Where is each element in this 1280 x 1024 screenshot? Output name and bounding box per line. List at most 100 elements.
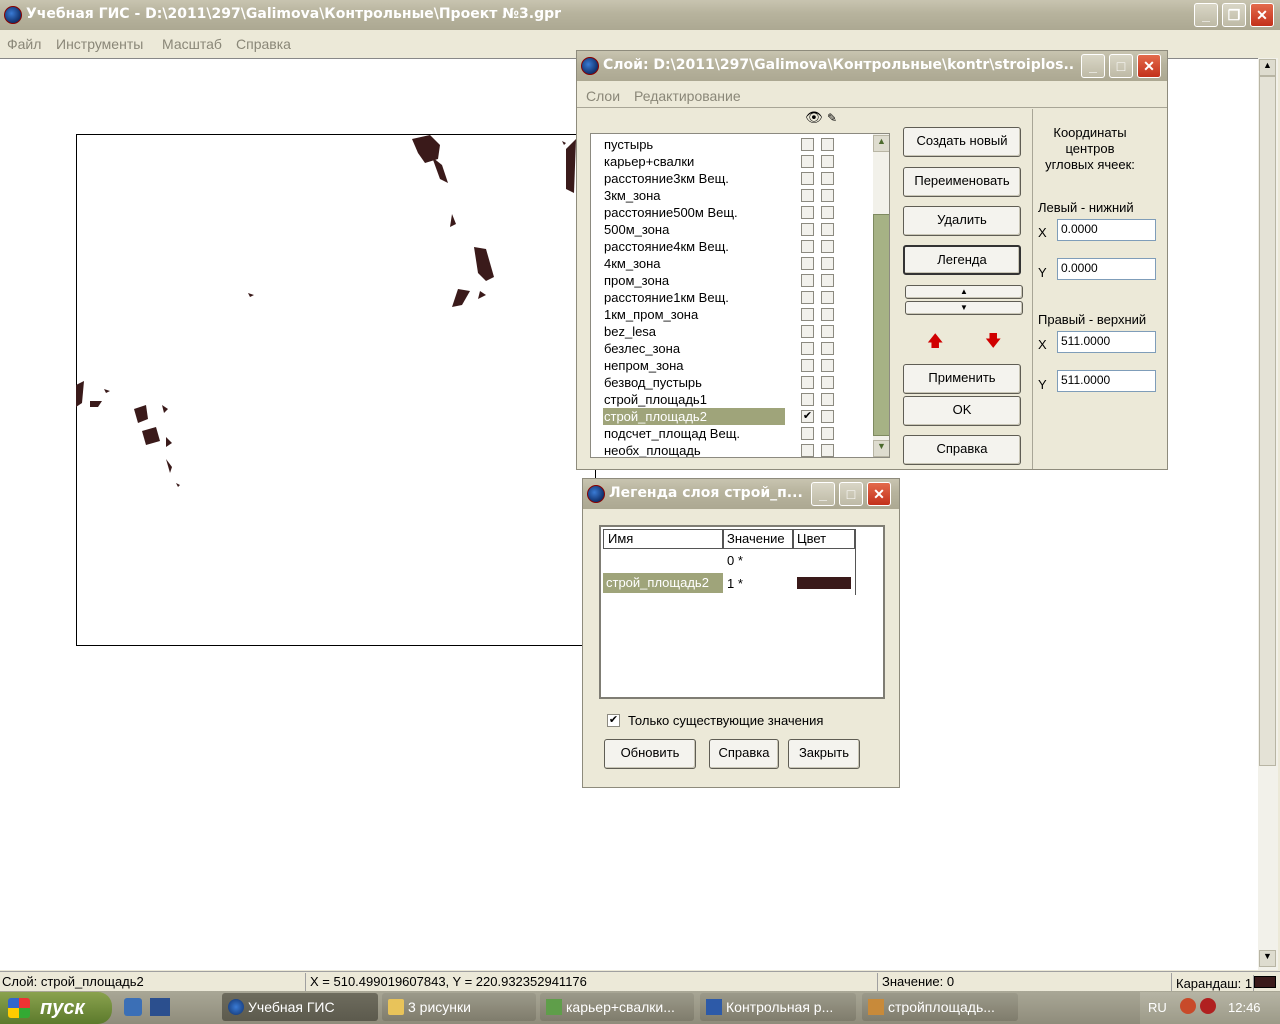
layer-visible-checkbox[interactable] <box>801 155 814 168</box>
layer-edit-checkbox[interactable] <box>821 189 834 202</box>
layer-edit-checkbox[interactable] <box>821 223 834 236</box>
layer-edit-checkbox[interactable] <box>821 138 834 151</box>
layer-edit-checkbox[interactable] <box>821 444 834 457</box>
create-new-layer-button[interactable]: Создать новый <box>903 127 1021 157</box>
layer-scroll-thumb[interactable] <box>873 214 889 436</box>
layer-row[interactable]: необх_площадь <box>603 442 785 457</box>
layer-edit-checkbox[interactable] <box>821 342 834 355</box>
layer-menu-edit[interactable]: Редактирование <box>634 88 741 104</box>
layer-dialog-minimize-button[interactable]: _ <box>1081 54 1105 78</box>
layer-dialog-close-button[interactable]: ✕ <box>1137 54 1161 78</box>
quicklaunch-tool-icon[interactable] <box>150 998 170 1016</box>
layer-edit-checkbox[interactable] <box>821 172 834 185</box>
layer-edit-checkbox[interactable] <box>821 206 834 219</box>
layer-visible-checkbox[interactable] <box>801 138 814 151</box>
layer-visible-checkbox[interactable] <box>801 189 814 202</box>
layer-edit-checkbox[interactable] <box>821 274 834 287</box>
move-down-arrow-icon[interactable]: 🡇 <box>985 330 1001 357</box>
layer-visible-checkbox[interactable] <box>801 223 814 236</box>
layer-edit-checkbox[interactable] <box>821 257 834 270</box>
task-word[interactable]: Контрольная р... <box>700 993 856 1021</box>
scroll-up-arrow-icon[interactable]: ▲ <box>1259 59 1276 76</box>
layer-visible-checkbox[interactable] <box>801 308 814 321</box>
tray-back-icon[interactable] <box>1180 998 1196 1014</box>
layer-row[interactable]: 4км_зона <box>603 255 785 272</box>
layer-scroll-down-icon[interactable]: ▼ <box>873 440 889 457</box>
layer-menu-layers[interactable]: Слои <box>586 88 620 104</box>
main-vertical-scrollbar[interactable]: ▲ ▼ <box>1258 58 1278 970</box>
layer-row[interactable]: безлес_зона <box>603 340 785 357</box>
layer-row[interactable]: расстояние500м Вещ. <box>603 204 785 221</box>
layer-scroll-up-icon[interactable]: ▲ <box>873 135 889 152</box>
layer-visible-checkbox[interactable] <box>801 257 814 270</box>
scroll-down-arrow-icon[interactable]: ▼ <box>1259 950 1276 967</box>
main-titlebar[interactable]: Учебная ГИС - D:\2011\297\Galimova\Контр… <box>0 0 1280 30</box>
layer-visible-checkbox[interactable] <box>801 444 814 457</box>
legend-dialog-titlebar[interactable]: Легенда слоя строй_п... _ □ ✕ <box>583 479 899 509</box>
layer-edit-checkbox[interactable] <box>821 240 834 253</box>
legend-row-1-color-swatch[interactable] <box>797 577 851 589</box>
ok-button[interactable]: OK <box>903 396 1021 426</box>
layer-row[interactable]: строй_площадь2 <box>603 408 785 425</box>
layer-row[interactable]: расстояние1км Вещ. <box>603 289 785 306</box>
only-existing-checkbox[interactable]: ✔ <box>607 714 620 727</box>
layer-row[interactable]: расстояние3км Вещ. <box>603 170 785 187</box>
layer-row[interactable]: подсчет_площад Вещ. <box>603 425 785 442</box>
layer-visible-checkbox[interactable] <box>801 206 814 219</box>
layer-row[interactable]: расстояние4км Вещ. <box>603 238 785 255</box>
layer-visible-checkbox[interactable] <box>801 274 814 287</box>
tray-antivirus-icon[interactable] <box>1200 998 1216 1014</box>
menu-scale[interactable]: Масштаб <box>162 36 222 52</box>
layer-row[interactable]: bez_lesa <box>603 323 785 340</box>
layer-visible-checkbox[interactable] <box>801 172 814 185</box>
move-up-arrow-icon[interactable]: 🡅 <box>927 330 943 357</box>
rename-layer-button[interactable]: Переименовать <box>903 167 1021 197</box>
quicklaunch-ie-icon[interactable] <box>124 998 142 1016</box>
ll-y-input[interactable]: 0.0000 <box>1057 258 1156 280</box>
layer-row[interactable]: пустырь <box>603 136 785 153</box>
layer-row[interactable]: безвод_пустырь <box>603 374 785 391</box>
layer-visible-checkbox[interactable] <box>801 240 814 253</box>
task-paint[interactable]: стройплощадь... <box>862 993 1018 1021</box>
layer-dialog-titlebar[interactable]: Слой: D:\2011\297\Galimova\Контрольные\k… <box>577 51 1167 81</box>
layer-row[interactable]: 3км_зона <box>603 187 785 204</box>
layer-visible-checkbox[interactable] <box>801 325 814 338</box>
close-button[interactable]: ✕ <box>1250 3 1274 27</box>
layer-edit-checkbox[interactable] <box>821 427 834 440</box>
menu-file[interactable]: Файл <box>7 36 41 52</box>
layer-edit-checkbox[interactable] <box>821 410 834 423</box>
layer-edit-checkbox[interactable] <box>821 325 834 338</box>
legend-dialog-minimize-button[interactable]: _ <box>811 482 835 506</box>
layer-list-scrollbar[interactable]: ▲ ▼ <box>873 134 889 457</box>
legend-help-button[interactable]: Справка <box>709 739 779 769</box>
move-down-small-button[interactable]: ▼ <box>905 301 1023 315</box>
menu-tools[interactable]: Инструменты <box>56 36 143 52</box>
legend-button[interactable]: Легенда <box>903 245 1021 275</box>
layer-edit-checkbox[interactable] <box>821 359 834 372</box>
legend-row-1-name[interactable]: строй_площадь2 <box>603 573 723 593</box>
move-up-small-button[interactable]: ▲ <box>905 285 1023 299</box>
ll-x-input[interactable]: 0.0000 <box>1057 219 1156 241</box>
layer-row[interactable]: 500м_зона <box>603 221 785 238</box>
minimize-button[interactable]: _ <box>1194 3 1218 27</box>
layer-edit-checkbox[interactable] <box>821 155 834 168</box>
layer-edit-checkbox[interactable] <box>821 376 834 389</box>
layer-visible-checkbox[interactable] <box>801 342 814 355</box>
layer-visible-checkbox[interactable] <box>801 393 814 406</box>
layer-edit-checkbox[interactable] <box>821 291 834 304</box>
layer-row[interactable]: 1км_пром_зона <box>603 306 785 323</box>
layer-help-button[interactable]: Справка <box>903 435 1021 465</box>
layer-visible-checkbox[interactable] <box>801 291 814 304</box>
menu-help[interactable]: Справка <box>236 36 291 52</box>
apply-button[interactable]: Применить <box>903 364 1021 394</box>
layer-visible-checkbox[interactable] <box>801 376 814 389</box>
legend-close-button[interactable]: Закрыть <box>788 739 860 769</box>
task-gis[interactable]: Учебная ГИС <box>222 993 378 1021</box>
layer-visible-checkbox[interactable]: ✔ <box>801 410 814 423</box>
delete-layer-button[interactable]: Удалить <box>903 206 1021 236</box>
layer-row[interactable]: карьер+свалки <box>603 153 785 170</box>
layer-edit-checkbox[interactable] <box>821 308 834 321</box>
layer-visible-checkbox[interactable] <box>801 359 814 372</box>
layer-edit-checkbox[interactable] <box>821 393 834 406</box>
layer-list[interactable]: ▲ ▼ пустырь карьер+свалки расстояние3км Ве… <box>590 133 890 458</box>
